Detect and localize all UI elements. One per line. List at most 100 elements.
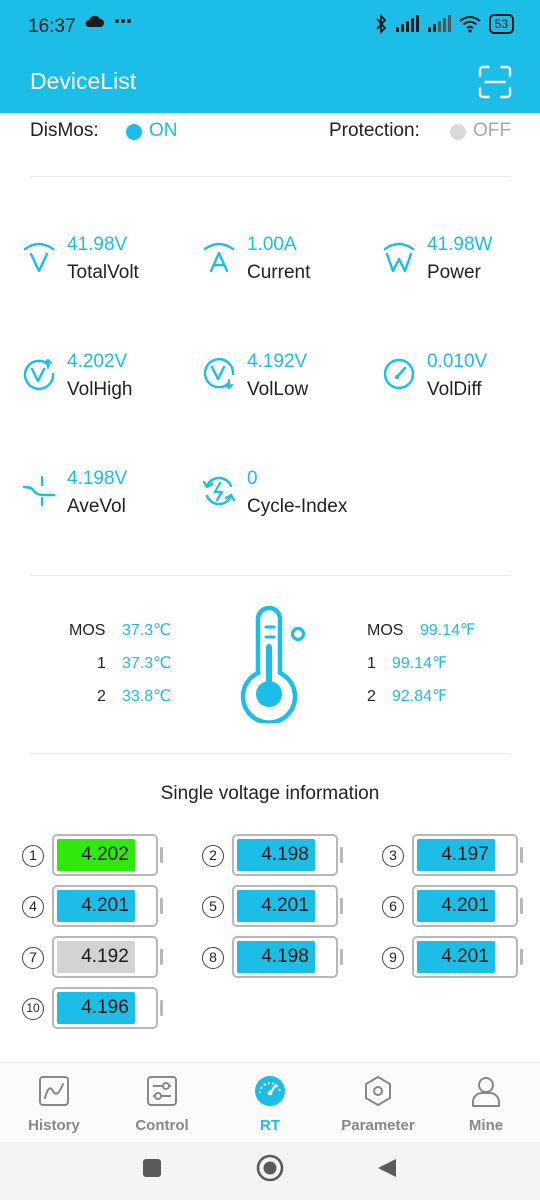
metric-total-volt: 41.98V TotalVolt bbox=[22, 234, 182, 294]
temp-name: 2 bbox=[97, 688, 106, 705]
home-circle-icon[interactable] bbox=[256, 1154, 284, 1182]
cell-index-badge: 3 bbox=[382, 845, 404, 867]
battery-cell-tip bbox=[160, 847, 163, 863]
cycle-icon bbox=[202, 476, 236, 506]
bottom-nav: History Control RT Parameter Mine bbox=[0, 1062, 540, 1142]
metric-value: 4.192V bbox=[247, 351, 308, 372]
divider bbox=[30, 753, 510, 754]
nav-label: Parameter bbox=[341, 1117, 415, 1134]
cell-section-title: Single voltage information bbox=[160, 783, 380, 804]
recents-square-icon[interactable] bbox=[142, 1158, 162, 1178]
system-nav-bar bbox=[0, 1142, 540, 1200]
battery-cell-icon: 4.201 bbox=[232, 885, 338, 927]
signal-icon bbox=[395, 15, 419, 32]
metric-label: VolHigh bbox=[67, 379, 133, 400]
temperature-celsius-list: MOS 37.3℃ 1 37.3℃ 2 33.8℃ bbox=[69, 620, 199, 710]
battery-cell-icon: 4.197 bbox=[412, 834, 518, 876]
metric-value: 41.98W bbox=[427, 234, 493, 255]
temperature-fahrenheit-list: MOS 99.14℉ 1 99.14℉ 2 92.84℉ bbox=[367, 620, 507, 710]
status-right-icons: 53 bbox=[375, 14, 514, 34]
realtime-gauge-icon bbox=[255, 1076, 285, 1106]
battery-cell-tip bbox=[520, 949, 523, 965]
status-bar: 16:37 53 bbox=[0, 0, 540, 52]
back-triangle-icon[interactable] bbox=[376, 1157, 398, 1179]
history-chart-icon bbox=[39, 1076, 69, 1106]
temperature-row: 1 99.14℉ bbox=[367, 653, 447, 673]
battery-cell-icon: 4.192 bbox=[52, 936, 158, 978]
nav-control[interactable]: Control bbox=[117, 1075, 207, 1141]
metric-label: AveVol bbox=[67, 496, 126, 517]
battery-cell-tip bbox=[160, 1000, 163, 1016]
battery-cell-icon: 4.201 bbox=[52, 885, 158, 927]
temp-value: 33.8℃ bbox=[122, 688, 172, 705]
metric-cycle-index: 0 Cycle-Index bbox=[202, 468, 362, 528]
current-icon bbox=[203, 242, 235, 273]
cell-voltage-item: 4 4.201 bbox=[22, 885, 182, 927]
dismos-on-dot[interactable] bbox=[126, 124, 142, 140]
wifi-icon bbox=[459, 16, 481, 33]
cell-voltage-item: 2 4.198 bbox=[202, 834, 362, 876]
scan-icon[interactable] bbox=[478, 65, 512, 99]
temperature-row: 1 37.3℃ bbox=[97, 653, 171, 673]
cell-index-badge: 8 bbox=[202, 947, 224, 969]
battery-cell-tip bbox=[160, 949, 163, 965]
status-time: 16:37 bbox=[28, 16, 76, 37]
cell-voltage-item: 10 4.196 bbox=[22, 987, 182, 1029]
page-title[interactable]: DeviceList bbox=[30, 68, 136, 95]
cell-voltage-value: 4.201 bbox=[441, 895, 489, 916]
temp-name: MOS bbox=[69, 622, 106, 639]
cell-voltage-value: 4.196 bbox=[81, 997, 129, 1018]
metric-value: 4.202V bbox=[67, 351, 128, 372]
battery-cell-tip bbox=[340, 847, 343, 863]
nav-mine[interactable]: Mine bbox=[441, 1075, 531, 1141]
metric-label: Power bbox=[427, 262, 481, 283]
temp-value: 37.3℃ bbox=[122, 655, 172, 672]
switch-status-row: DisMos: ON Protection: OFF bbox=[30, 118, 511, 146]
temp-name: MOS bbox=[367, 622, 404, 639]
battery-indicator: 53 bbox=[488, 14, 514, 34]
nav-history[interactable]: History bbox=[9, 1075, 99, 1141]
cell-voltage-item: 8 4.198 bbox=[202, 936, 362, 978]
temperature-row: 2 92.84℉ bbox=[367, 686, 447, 706]
signal-icon-2 bbox=[427, 15, 451, 32]
metric-ave-vol: 4.198V AveVol bbox=[22, 468, 182, 528]
cell-voltage-value: 4.192 bbox=[81, 946, 129, 967]
cell-voltage-value: 4.201 bbox=[261, 895, 309, 916]
metric-label: VolLow bbox=[247, 379, 309, 400]
cell-voltage-value: 4.202 bbox=[81, 844, 129, 865]
nav-label: History bbox=[28, 1117, 80, 1134]
battery-cell-icon: 4.198 bbox=[232, 834, 338, 876]
cell-voltage-item: 7 4.192 bbox=[22, 936, 182, 978]
metric-value: 1.00A bbox=[247, 234, 297, 255]
battery-cell-tip bbox=[340, 949, 343, 965]
cell-voltage-value: 4.201 bbox=[441, 946, 489, 967]
average-icon bbox=[22, 475, 56, 507]
metric-label: Cycle-Index bbox=[247, 496, 348, 517]
temp-name: 2 bbox=[367, 688, 376, 705]
battery-cell-icon: 4.196 bbox=[52, 987, 158, 1029]
protection-state[interactable]: OFF bbox=[473, 120, 511, 142]
nav-parameter[interactable]: Parameter bbox=[333, 1075, 423, 1141]
status-left-icons bbox=[84, 14, 132, 28]
cell-voltage-value: 4.198 bbox=[261, 946, 309, 967]
cell-voltage-item: 9 4.201 bbox=[382, 936, 540, 978]
protection-off-dot[interactable] bbox=[450, 124, 466, 140]
battery-cell-icon: 4.198 bbox=[232, 936, 338, 978]
temp-name: 1 bbox=[97, 655, 106, 672]
battery-cell-tip bbox=[520, 847, 523, 863]
metric-value: 41.98V bbox=[67, 234, 128, 255]
battery-cell-icon: 4.201 bbox=[412, 885, 518, 927]
temp-value: 99.14℉ bbox=[392, 655, 448, 672]
more-dots-icon bbox=[115, 19, 131, 23]
metric-vol-low: 4.192V VolLow bbox=[202, 351, 362, 411]
metric-value: 4.198V bbox=[67, 468, 128, 489]
volt-high-icon bbox=[23, 359, 55, 390]
dismos-state[interactable]: ON bbox=[149, 120, 178, 142]
cell-index-badge: 4 bbox=[22, 896, 44, 918]
nav-rt[interactable]: RT bbox=[225, 1075, 315, 1141]
cell-index-badge: 2 bbox=[202, 845, 224, 867]
metric-power: 41.98W Power bbox=[382, 234, 540, 294]
metric-value: 0 bbox=[247, 468, 258, 489]
metric-vol-diff: 0.010V VolDiff bbox=[382, 351, 540, 411]
battery-cell-icon: 4.201 bbox=[412, 936, 518, 978]
